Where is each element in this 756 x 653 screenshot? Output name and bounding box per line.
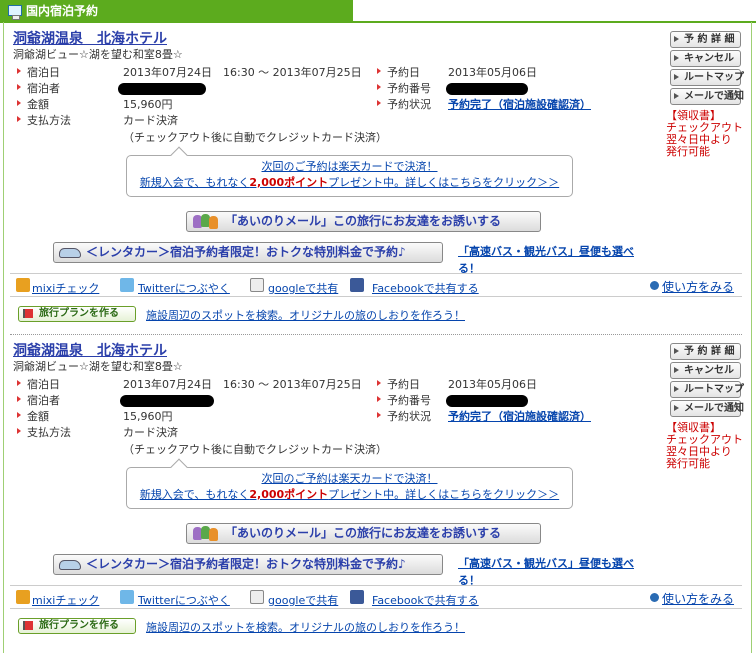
promo-line-2[interactable]: 新規入会で、もれなく2,000ポイントプレゼント中。詳しくはこちらをクリック＞＞ xyxy=(127,175,572,191)
detail-button[interactable]: 予 約 詳 細 xyxy=(670,31,741,48)
twitter-icon xyxy=(120,590,134,604)
rental-label: ＜レンタカー＞宿泊予約者限定！おトクな特別料金で予約♪ xyxy=(86,557,406,571)
promo-text: 新規入会で、もれなく xyxy=(139,488,250,501)
route-map-button[interactable]: ルートマップ xyxy=(670,381,744,398)
reserve-status-label: 予約状況 xyxy=(375,408,431,424)
invite-label: 「あいのりメール」この旅行にお友達をお誘いする xyxy=(225,214,502,228)
facebook-share-link[interactable]: Facebookで共有する xyxy=(372,592,479,608)
receipt-note: 【領収書】 チェックアウト 翌々日中より 発行可能 xyxy=(666,422,743,470)
car-icon xyxy=(59,248,81,258)
guest-label: 宿泊者 xyxy=(15,80,60,96)
plan-label: 旅行プランを作る xyxy=(39,620,119,631)
mixi-check-link[interactable]: mixiチェック xyxy=(32,280,99,296)
stay-date-label: 宿泊日 xyxy=(15,64,60,80)
reservation-card: 洞爺湖温泉 北海ホテル 洞爺湖ビュー☆湖を望む和室8畳☆ 宿泊日 2013年07… xyxy=(10,312,744,634)
reserve-date-label: 予約日 xyxy=(375,376,420,392)
hotel-name-link[interactable]: 洞爺湖温泉 北海ホテル xyxy=(13,340,167,360)
mixi-check-link[interactable]: mixiチェック xyxy=(32,592,99,608)
payment-value: カード決済 xyxy=(123,426,178,439)
invite-friends-button[interactable]: 「あいのりメール」この旅行にお友達をお誘いする xyxy=(186,211,541,232)
mixi-icon xyxy=(16,590,30,604)
howto-link[interactable]: 使い方をみる xyxy=(650,590,734,607)
cancel-button[interactable]: キャンセル xyxy=(670,362,741,379)
receipt-line: 発行可能 xyxy=(666,145,710,158)
amount-label: 金額 xyxy=(15,408,49,424)
share-bar: mixiチェック Twitterにつぶやく googleで共有 Facebook… xyxy=(10,273,742,297)
people-icon xyxy=(193,214,221,229)
google-icon xyxy=(250,278,264,292)
reserve-no-label: 予約番号 xyxy=(375,392,431,408)
receipt-note: 【領収書】 チェックアウト 翌々日中より 発行可能 xyxy=(666,110,743,158)
payment-value: カード決済 xyxy=(123,114,178,127)
promo-text: プレゼント中。詳しくはこちらをクリック＞＞ xyxy=(328,176,560,189)
reserve-status-link[interactable]: 予約完了（宿泊施設確認済） xyxy=(448,408,591,424)
facebook-share-link[interactable]: Facebookで共有する xyxy=(372,280,479,296)
payment-note: （チェックアウト後に自動でクレジットカード決済） xyxy=(123,131,387,144)
promo-points: 2,000ポイント xyxy=(249,176,329,189)
hotel-name-link[interactable]: 洞爺湖温泉 北海ホテル xyxy=(13,28,167,48)
google-share-link[interactable]: googleで共有 xyxy=(268,280,338,296)
payment-label: 支払方法 xyxy=(15,424,71,440)
promo-line-1[interactable]: 次回のご予約は楽天カードで決済！ xyxy=(127,471,572,487)
payment-note: （チェックアウト後に自動でクレジットカード決済） xyxy=(123,443,387,456)
guest-label: 宿泊者 xyxy=(15,392,60,408)
travel-plan-button[interactable]: 旅行プランを作る xyxy=(18,618,136,634)
rental-car-button[interactable]: ＜レンタカー＞宿泊予約者限定！おトクな特別料金で予約♪ xyxy=(53,242,443,263)
promo-line-2[interactable]: 新規入会で、もれなく2,000ポイントプレゼント中。詳しくはこちらをクリック＞＞ xyxy=(127,487,572,503)
facebook-icon xyxy=(350,278,364,292)
promo-text: プレゼント中。詳しくはこちらをクリック＞＞ xyxy=(328,488,560,501)
mail-notify-button[interactable]: メールで通知 xyxy=(670,88,744,105)
reserve-date-value: 2013年05月06日 xyxy=(448,378,537,391)
promo-points: 2,000ポイント xyxy=(249,488,329,501)
rental-car-button[interactable]: ＜レンタカー＞宿泊予約者限定！おトクな特別料金で予約♪ xyxy=(53,554,443,575)
rental-label: ＜レンタカー＞宿泊予約者限定！おトクな特別料金で予約♪ xyxy=(86,245,406,259)
bus-link[interactable]: 「高速バス・観光バス」昼便も選べる！ xyxy=(458,555,654,589)
share-bar: mixiチェック Twitterにつぶやく googleで共有 Facebook… xyxy=(10,585,742,609)
reserve-status-label: 予約状況 xyxy=(375,96,431,112)
payment-label: 支払方法 xyxy=(15,112,71,128)
card-promo-box[interactable]: 次回のご予約は楽天カードで決済！ 新規入会で、もれなく2,000ポイントプレゼン… xyxy=(126,146,573,197)
invite-label: 「あいのりメール」この旅行にお友達をお誘いする xyxy=(225,526,502,540)
reserve-date-label: 予約日 xyxy=(375,64,420,80)
facebook-icon xyxy=(350,590,364,604)
amount-value: 15,960円 xyxy=(123,98,173,111)
car-icon xyxy=(59,560,81,570)
flag-icon xyxy=(23,621,33,630)
howto-link[interactable]: 使い方をみる xyxy=(650,278,734,295)
twitter-icon xyxy=(120,278,134,292)
twitter-link[interactable]: Twitterにつぶやく xyxy=(138,280,230,296)
guest-name-redacted xyxy=(120,395,214,407)
amount-value: 15,960円 xyxy=(123,410,173,423)
twitter-link[interactable]: Twitterにつぶやく xyxy=(138,592,230,608)
stay-date-label: 宿泊日 xyxy=(15,376,60,392)
mail-notify-button[interactable]: メールで通知 xyxy=(670,400,744,417)
bus-link[interactable]: 「高速バス・観光バス」昼便も選べる！ xyxy=(458,243,654,277)
guest-name-redacted xyxy=(118,83,206,95)
reservation-card: 洞爺湖温泉 北海ホテル 洞爺湖ビュー☆湖を望む和室8畳☆ 宿泊日 2013年07… xyxy=(10,0,744,335)
stay-date-value: 2013年07月24日 16:30 〜 2013年07月25日 xyxy=(123,66,362,79)
google-share-link[interactable]: googleで共有 xyxy=(268,592,338,608)
route-map-button[interactable]: ルートマップ xyxy=(670,69,744,86)
people-icon xyxy=(193,526,221,541)
google-icon xyxy=(250,590,264,604)
receipt-line: 発行可能 xyxy=(666,457,710,470)
plan-spot-link[interactable]: 施設周辺のスポットを検索。オリジナルの旅のしおりを作ろう！ xyxy=(146,619,465,635)
amount-label: 金額 xyxy=(15,96,49,112)
promo-line-1[interactable]: 次回のご予約は楽天カードで決済！ xyxy=(127,159,572,175)
detail-button[interactable]: 予 約 詳 細 xyxy=(670,343,741,360)
promo-text: 新規入会で、もれなく xyxy=(139,176,250,189)
room-plan: 洞爺湖ビュー☆湖を望む和室8畳☆ xyxy=(13,48,183,61)
invite-friends-button[interactable]: 「あいのりメール」この旅行にお友達をお誘いする xyxy=(186,523,541,544)
reserve-no-label: 予約番号 xyxy=(375,80,431,96)
reserve-no-redacted xyxy=(446,395,528,407)
room-plan: 洞爺湖ビュー☆湖を望む和室8畳☆ xyxy=(13,360,183,373)
stay-date-value: 2013年07月24日 16:30 〜 2013年07月25日 xyxy=(123,378,362,391)
cancel-button[interactable]: キャンセル xyxy=(670,50,741,67)
reserve-no-redacted xyxy=(446,83,528,95)
mixi-icon xyxy=(16,278,30,292)
reserve-status-link[interactable]: 予約完了（宿泊施設確認済） xyxy=(448,96,591,112)
reserve-date-value: 2013年05月06日 xyxy=(448,66,537,79)
card-promo-box[interactable]: 次回のご予約は楽天カードで決済！ 新規入会で、もれなく2,000ポイントプレゼン… xyxy=(126,458,573,509)
